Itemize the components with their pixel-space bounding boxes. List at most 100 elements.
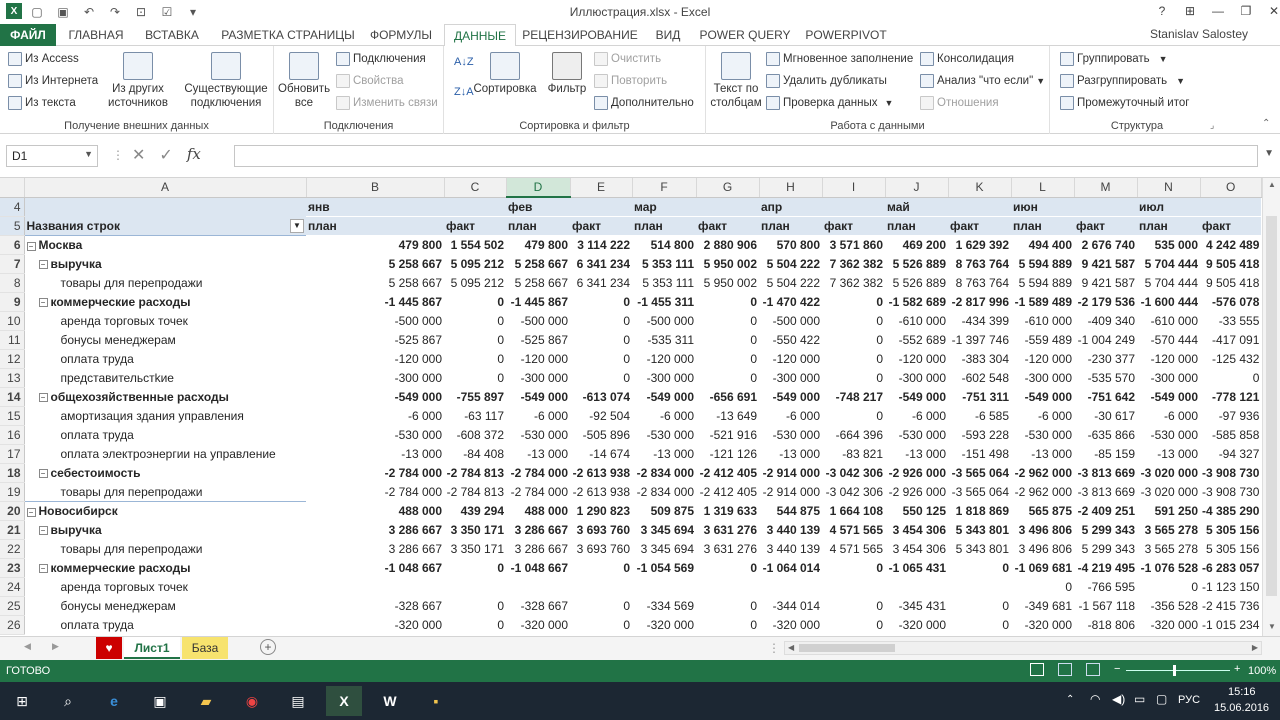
row-header[interactable]: 12 <box>0 349 25 369</box>
collapse-icon[interactable]: − <box>38 298 48 308</box>
data-cell[interactable]: 0 <box>822 615 885 635</box>
data-cell[interactable]: 3 286 667 <box>306 539 444 559</box>
data-cell[interactable]: 3 345 694 <box>632 520 696 540</box>
row-header[interactable]: 21 <box>0 520 25 540</box>
data-cell[interactable]: 439 294 <box>444 501 506 521</box>
data-cell[interactable]: 3 631 276 <box>696 520 759 540</box>
clock-date[interactable]: 15.06.2016 <box>1214 702 1269 714</box>
data-cell[interactable]: 8 763 764 <box>948 254 1011 274</box>
data-cell[interactable]: 514 800 <box>632 235 696 255</box>
data-validation-button[interactable]: Проверка данных ▼ <box>766 96 893 110</box>
data-cell[interactable]: -552 689 <box>885 330 948 350</box>
relationships-button[interactable]: Отношения <box>920 96 999 110</box>
data-cell[interactable]: -2 412 405 <box>696 482 759 502</box>
data-cell[interactable]: 4 571 565 <box>822 539 885 559</box>
row-label-cell[interactable]: оплата труда <box>24 426 306 445</box>
data-cell[interactable]: 5 299 343 <box>1074 539 1137 559</box>
data-cell[interactable] <box>444 577 506 597</box>
maximize-icon[interactable]: ❐ <box>1232 0 1260 22</box>
data-cell[interactable]: 0 <box>444 311 506 331</box>
data-cell[interactable]: -1 123 150 <box>1200 577 1262 597</box>
data-cell[interactable]: -83 821 <box>822 444 885 464</box>
name-box[interactable]: D1 ▼ <box>6 145 98 167</box>
sort-za-icon[interactable]: Z↓A <box>454 86 474 98</box>
data-cell[interactable]: 5 258 667 <box>506 273 570 293</box>
data-cell[interactable]: -97 936 <box>1200 406 1262 426</box>
data-cell[interactable]: 5 526 889 <box>885 254 948 274</box>
data-cell[interactable]: янв <box>306 197 444 217</box>
collapse-icon[interactable]: − <box>38 469 48 479</box>
data-cell[interactable]: май <box>885 197 948 217</box>
collapse-icon[interactable]: − <box>26 241 36 251</box>
zoom-in-icon[interactable]: + <box>1234 663 1240 675</box>
data-cell[interactable]: -4 219 495 <box>1074 558 1137 578</box>
data-cell[interactable]: -434 399 <box>948 311 1011 331</box>
data-cell[interactable]: 1 818 869 <box>948 501 1011 521</box>
flash-fill-button[interactable]: Мгновенное заполнение <box>766 52 913 66</box>
data-cell[interactable]: 3 440 139 <box>759 520 822 540</box>
data-cell[interactable]: -2 926 000 <box>885 463 948 483</box>
data-cell[interactable]: -300 000 <box>759 368 822 388</box>
data-cell[interactable]: 3 345 694 <box>632 539 696 559</box>
data-cell[interactable]: 3 286 667 <box>306 520 444 540</box>
row-header[interactable]: 24 <box>0 577 25 597</box>
data-cell[interactable]: -530 000 <box>306 425 444 445</box>
data-cell[interactable]: 3 565 278 <box>1137 539 1200 559</box>
data-cell[interactable]: апр <box>759 197 822 217</box>
data-cell[interactable]: -6 000 <box>306 406 444 426</box>
row-header[interactable]: 8 <box>0 273 25 293</box>
dialog-launcher-icon[interactable]: ⌟ <box>1210 120 1214 131</box>
data-cell[interactable]: 5 258 667 <box>506 254 570 274</box>
data-cell[interactable]: 5 950 002 <box>696 254 759 274</box>
data-cell[interactable]: 488 000 <box>506 501 570 521</box>
data-cell[interactable]: -13 000 <box>1137 444 1200 464</box>
data-cell[interactable]: 0 <box>822 330 885 350</box>
row-label-cell[interactable] <box>24 197 306 217</box>
row-header[interactable]: 14 <box>0 387 25 407</box>
data-cell[interactable]: -6 000 <box>632 406 696 426</box>
row-label-cell[interactable]: − выручка <box>24 255 306 274</box>
text-to-columns-button[interactable]: Текст по столбцам <box>708 52 764 110</box>
data-cell[interactable]: 488 000 <box>306 501 444 521</box>
data-cell[interactable]: -1 048 667 <box>306 558 444 578</box>
data-cell[interactable]: -300 000 <box>306 368 444 388</box>
data-cell[interactable]: -3 020 000 <box>1137 463 1200 483</box>
data-cell[interactable]: -120 000 <box>1011 349 1074 369</box>
data-cell[interactable]: 0 <box>696 368 759 388</box>
data-cell[interactable]: -345 431 <box>885 596 948 616</box>
data-cell[interactable]: -2 412 405 <box>696 463 759 483</box>
data-cell[interactable]: -3 813 669 <box>1074 463 1137 483</box>
column-header[interactable]: C <box>444 178 507 198</box>
data-cell[interactable] <box>1074 197 1137 217</box>
data-cell[interactable]: -320 000 <box>1011 615 1074 635</box>
data-cell[interactable]: 3 454 306 <box>885 520 948 540</box>
data-cell[interactable]: 3 286 667 <box>506 539 570 559</box>
row-label-cell[interactable]: − общехозяйственные расходы <box>24 388 306 407</box>
sort-az-icon[interactable]: A↓Z <box>454 56 474 68</box>
scroll-down-icon[interactable]: ▼ <box>1268 622 1276 631</box>
row-header[interactable]: 17 <box>0 444 25 464</box>
data-cell[interactable]: 5 095 212 <box>444 254 506 274</box>
data-cell[interactable]: -230 377 <box>1074 349 1137 369</box>
data-cell[interactable]: -3 908 730 <box>1200 463 1262 483</box>
data-cell[interactable]: 2 676 740 <box>1074 235 1137 255</box>
connections-button[interactable]: Подключения <box>336 52 426 66</box>
data-cell[interactable] <box>696 577 759 597</box>
data-cell[interactable]: 1 664 108 <box>822 501 885 521</box>
normal-view-icon[interactable] <box>1030 663 1044 676</box>
data-cell[interactable]: 3 114 222 <box>570 235 632 255</box>
row-label-cell[interactable]: − себестоимость <box>24 464 306 483</box>
data-cell[interactable]: -300 000 <box>506 368 570 388</box>
row-header[interactable]: 4 <box>0 197 25 217</box>
sheet-tab-list1[interactable]: Лист1 <box>124 637 180 659</box>
collapse-icon[interactable]: − <box>26 507 36 517</box>
data-cell[interactable] <box>948 197 1011 217</box>
data-cell[interactable] <box>822 577 885 597</box>
data-cell[interactable]: -13 649 <box>696 406 759 426</box>
tab-insert[interactable]: ВСТАВКА <box>138 24 206 46</box>
data-cell[interactable]: 7 362 382 <box>822 273 885 293</box>
data-cell[interactable]: -2 914 000 <box>759 463 822 483</box>
data-cell[interactable]: 0 <box>696 349 759 369</box>
data-cell[interactable]: 0 <box>696 558 759 578</box>
data-cell[interactable]: -63 117 <box>444 406 506 426</box>
